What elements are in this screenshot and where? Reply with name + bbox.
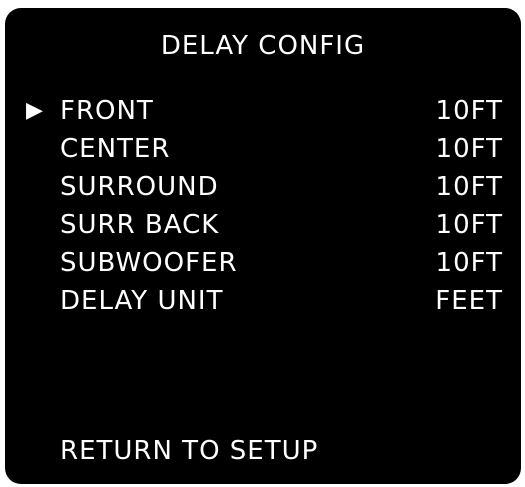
menu-item-value: 10FT (435, 248, 503, 278)
menu-item-center[interactable]: CENTER 10FT (5, 130, 521, 168)
selection-cursor-icon: ▶ (26, 98, 44, 123)
menu-item-value: 10FT (435, 134, 503, 164)
menu-item-surr-back[interactable]: SURR BACK 10FT (5, 206, 521, 244)
menu-item-front[interactable]: ▶ FRONT 10FT (5, 92, 521, 130)
menu-item-value: 10FT (435, 96, 503, 126)
osd-screen: DELAY CONFIG ▶ FRONT 10FT CENTER 10FT SU… (5, 8, 521, 484)
menu-item-subwoofer[interactable]: SUBWOOFER 10FT (5, 244, 521, 282)
return-to-setup-item[interactable]: RETURN TO SETUP (60, 432, 318, 470)
menu-item-surround[interactable]: SURROUND 10FT (5, 168, 521, 206)
menu-title: DELAY CONFIG (160, 31, 366, 61)
menu-item-delay-unit[interactable]: DELAY UNIT FEET (5, 282, 521, 320)
menu-item-label: CENTER (60, 134, 171, 164)
menu-item-label: DELAY UNIT (60, 286, 224, 316)
menu-item-label: SUBWOOFER (60, 248, 238, 278)
menu-item-label: FRONT (60, 96, 154, 126)
menu-item-value: 10FT (435, 210, 503, 240)
menu-item-label: SURROUND (60, 172, 219, 202)
menu-item-value: 10FT (435, 172, 503, 202)
menu-item-value: FEET (435, 286, 503, 316)
menu-item-label: SURR BACK (60, 210, 220, 240)
